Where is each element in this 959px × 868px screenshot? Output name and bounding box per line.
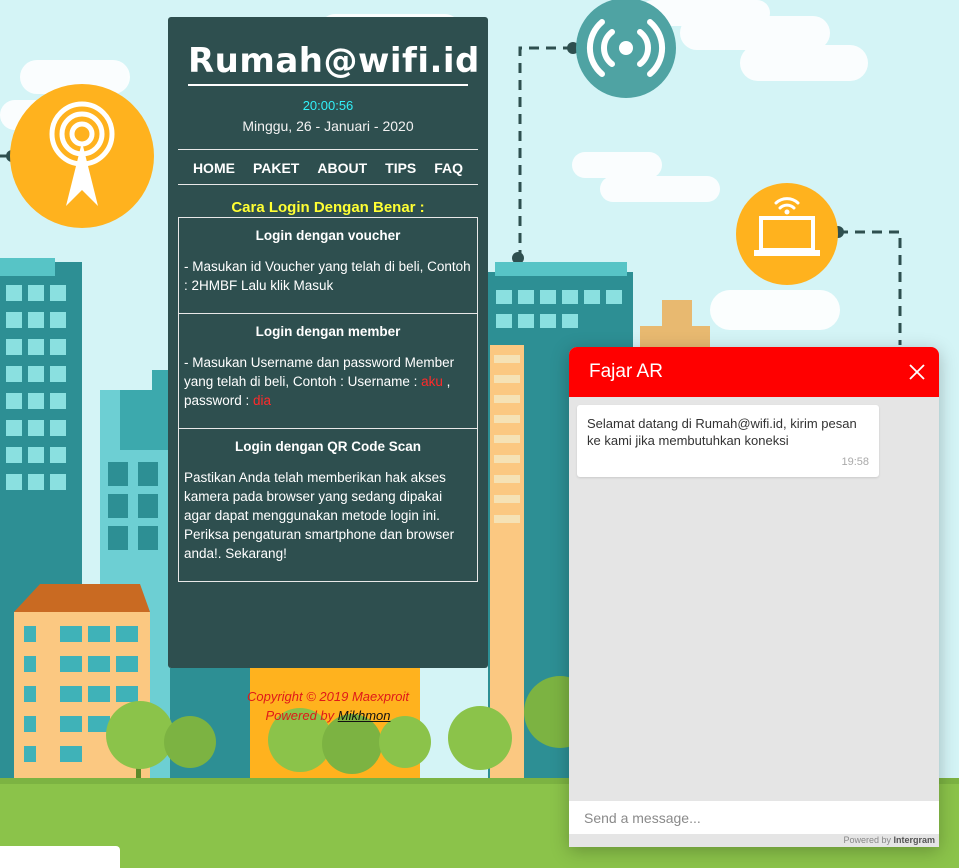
chat-powered-prefix: Powered by bbox=[843, 835, 894, 845]
date-text: Minggu, 26 - Januari - 2020 bbox=[242, 118, 414, 134]
chat-header: Fajar AR bbox=[569, 347, 939, 397]
qr-box: Login dengan QR Code Scan Pastikan Anda … bbox=[178, 428, 478, 582]
nav-about[interactable]: ABOUT bbox=[317, 160, 367, 176]
laptop-wifi-icon bbox=[736, 183, 838, 285]
clock: 20:00:56 bbox=[302, 98, 354, 113]
qr-title: Login dengan QR Code Scan bbox=[234, 439, 421, 454]
chat-message-input[interactable] bbox=[569, 801, 939, 834]
member-box: Login dengan member - Masukan Username d… bbox=[178, 313, 478, 429]
member-title: Login dengan member bbox=[255, 324, 401, 339]
copyright: Copyright © 2019 Maexproit bbox=[246, 689, 410, 704]
brand-underline bbox=[188, 84, 468, 86]
example-password: dia bbox=[253, 393, 272, 408]
login-info-card: Rumah@wifi.id 20:00:56 Minggu, 26 - Janu… bbox=[168, 17, 488, 668]
chat-widget: Fajar AR Selamat datang di Rumah@wifi.id… bbox=[569, 347, 939, 847]
chat-message-text: Selamat datang di Rumah@wifi.id, kirim p… bbox=[587, 416, 857, 448]
main-nav: HOME PAKET ABOUT TIPS FAQ bbox=[178, 151, 478, 184]
intergram-brand: Intergram bbox=[893, 835, 935, 845]
nav-home[interactable]: HOME bbox=[193, 160, 235, 176]
qr-text: Pastikan Anda telah memberikan hak akses… bbox=[184, 470, 455, 561]
chat-title: Fajar AR bbox=[589, 361, 663, 382]
antenna-icon bbox=[10, 84, 154, 228]
voucher-title: Login dengan voucher bbox=[255, 228, 401, 243]
chat-message-time: 19:58 bbox=[841, 456, 869, 468]
nav-tips[interactable]: TIPS bbox=[385, 160, 416, 176]
member-text: - Masukan Username dan password Member y… bbox=[184, 353, 472, 410]
nav-divider-bottom bbox=[178, 184, 478, 185]
login-heading: Cara Login Dengan Benar : bbox=[231, 199, 425, 216]
nav-faq[interactable]: FAQ bbox=[434, 160, 463, 176]
nav-paket[interactable]: PAKET bbox=[253, 160, 299, 176]
chat-message: Selamat datang di Rumah@wifi.id, kirim p… bbox=[577, 405, 879, 477]
chat-powered-by: Powered by Intergram bbox=[843, 835, 935, 845]
mikhmon-link[interactable]: Mikhmon bbox=[338, 708, 391, 723]
wifi-signal-icon bbox=[576, 0, 676, 98]
nav-divider-top bbox=[178, 149, 478, 150]
member-text-before: - Masukan Username dan password Member y… bbox=[184, 355, 455, 389]
brand-title: Rumah@wifi.id bbox=[188, 41, 480, 81]
voucher-text: - Masukan id Voucher yang telah di beli,… bbox=[184, 259, 471, 293]
powered-prefix: Powered by bbox=[265, 708, 338, 723]
example-username: aku bbox=[421, 374, 443, 389]
voucher-box: Login dengan voucher - Masukan id Vouche… bbox=[178, 217, 478, 314]
powered-by: Powered by Mikhmon bbox=[168, 708, 488, 723]
close-icon[interactable] bbox=[907, 362, 927, 382]
bottom-left-panel bbox=[0, 846, 120, 868]
